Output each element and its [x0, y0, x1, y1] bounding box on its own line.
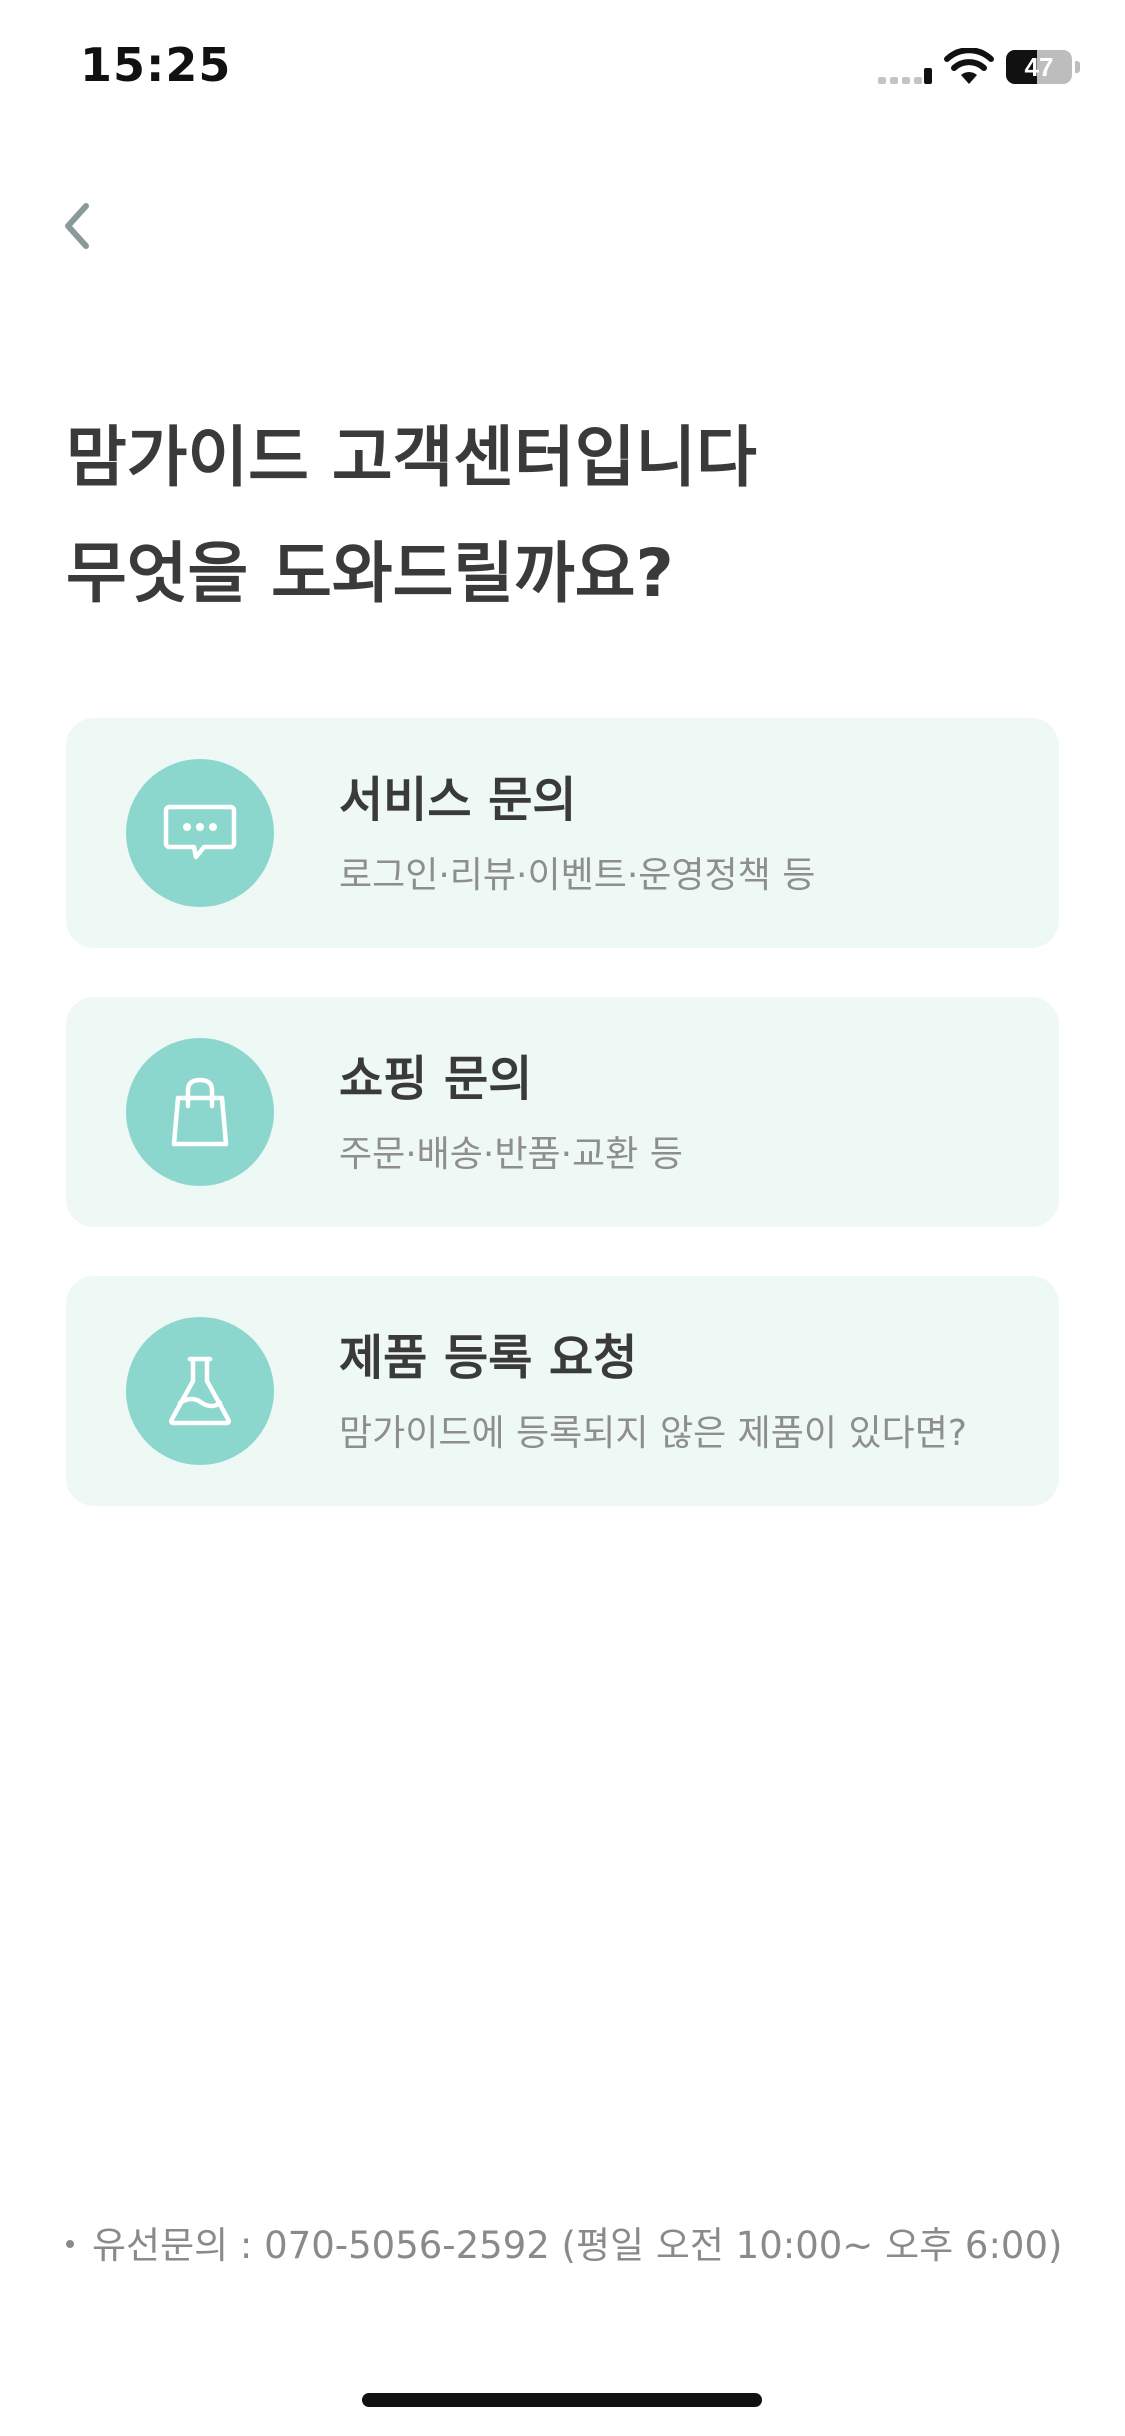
- phone-inquiry-text: 유선문의 : 070-5056-2592 (평일 오전 10:00~ 오후 6:…: [92, 2224, 1063, 2267]
- card-title: 제품 등록 요청: [339, 1330, 638, 1386]
- card-title: 쇼핑 문의: [339, 1051, 533, 1107]
- phone-inquiry-note: 유선문의 : 070-5056-2592 (평일 오전 10:00~ 오후 6:…: [66, 2215, 1066, 2269]
- page-title-line-1: 맘가이드 고객센터입니다: [66, 419, 757, 496]
- card-description: 맘가이드에 등록되지 않은 제품이 있다면?: [339, 1413, 967, 1454]
- page-title-line-2: 무엇을 도와드릴까요?: [66, 535, 674, 612]
- back-button[interactable]: [50, 190, 110, 260]
- shopping-bag-icon: [171, 1077, 229, 1147]
- battery-indicator: 47: [1006, 50, 1080, 84]
- page-title: 맘가이드 고객센터입니다 무엇을 도와드릴까요?: [66, 400, 1026, 632]
- status-time: 15:25: [80, 38, 232, 92]
- shopping-inquiry-card[interactable]: 쇼핑 문의 주문·배송·반품·교환 등: [66, 997, 1059, 1227]
- flask-icon: [169, 1356, 231, 1426]
- battery-body: 47: [1006, 50, 1072, 84]
- card-icon-circle: [126, 1317, 274, 1465]
- card-description: 로그인·리뷰·이벤트·운영정책 등: [339, 855, 816, 896]
- card-icon-circle: [126, 1038, 274, 1186]
- product-registration-card[interactable]: 제품 등록 요청 맘가이드에 등록되지 않은 제품이 있다면?: [66, 1276, 1059, 1506]
- status-bar: 15:25 47: [0, 0, 1125, 140]
- service-inquiry-card[interactable]: 서비스 문의 로그인·리뷰·이벤트·운영정책 등: [66, 718, 1059, 948]
- battery-cap: [1075, 61, 1080, 73]
- chat-bubble-icon: [163, 804, 237, 860]
- cellular-signal-icon: [878, 68, 932, 84]
- card-description: 주문·배송·반품·교환 등: [339, 1134, 683, 1175]
- card-icon-circle: [126, 759, 274, 907]
- chevron-left-icon: [65, 203, 89, 249]
- card-title: 서비스 문의: [339, 772, 577, 828]
- wifi-icon: [944, 48, 994, 84]
- battery-level-text: 47: [1024, 52, 1054, 82]
- bullet-icon: [66, 2239, 74, 2248]
- home-indicator[interactable]: [362, 2393, 762, 2407]
